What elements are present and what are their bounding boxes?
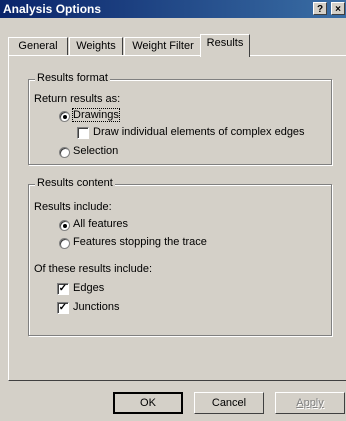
draw-elements-checkbox[interactable] bbox=[77, 127, 89, 139]
check-icon: ✓ bbox=[58, 302, 68, 313]
draw-elements-label[interactable]: Draw individual elements of complex edge… bbox=[93, 126, 305, 138]
drawings-label[interactable]: Drawings bbox=[72, 108, 120, 122]
junctions-checkbox[interactable]: ✓ bbox=[57, 302, 69, 314]
ok-button[interactable]: OK bbox=[113, 392, 183, 414]
tab-weights[interactable]: Weights bbox=[69, 37, 123, 56]
all-features-radio[interactable] bbox=[59, 220, 70, 231]
all-features-label[interactable]: All features bbox=[73, 218, 128, 230]
drawings-radio[interactable] bbox=[59, 111, 70, 122]
of-these-label: Of these results include: bbox=[34, 263, 153, 275]
stopping-trace-label[interactable]: Features stopping the trace bbox=[73, 236, 207, 248]
junctions-label[interactable]: Junctions bbox=[73, 301, 119, 313]
apply-button[interactable]: Apply bbox=[275, 392, 345, 414]
results-content-legend: Results content bbox=[35, 177, 115, 189]
cancel-button[interactable]: Cancel bbox=[194, 392, 264, 414]
edges-label[interactable]: Edges bbox=[73, 282, 104, 294]
return-results-label: Return results as: bbox=[34, 93, 121, 105]
window-title: Analysis Options bbox=[3, 2, 102, 16]
close-button[interactable]: × bbox=[331, 2, 345, 15]
title-bar: Analysis Options ? × bbox=[0, 0, 346, 18]
edges-checkbox[interactable]: ✓ bbox=[57, 283, 69, 295]
tab-general[interactable]: General bbox=[8, 37, 68, 56]
selection-radio[interactable] bbox=[59, 147, 70, 158]
stopping-trace-radio[interactable] bbox=[59, 238, 70, 249]
radio-dot-icon bbox=[63, 115, 67, 119]
selection-label[interactable]: Selection bbox=[73, 145, 118, 157]
results-include-label: Results include: bbox=[34, 201, 112, 213]
tab-weight-filter[interactable]: Weight Filter bbox=[124, 37, 202, 56]
apply-label: Apply bbox=[296, 397, 324, 409]
check-icon: ✓ bbox=[58, 283, 68, 294]
results-format-legend: Results format bbox=[35, 72, 110, 84]
help-button[interactable]: ? bbox=[313, 2, 327, 15]
radio-dot-icon bbox=[63, 224, 67, 228]
tab-results[interactable]: Results bbox=[200, 34, 250, 57]
